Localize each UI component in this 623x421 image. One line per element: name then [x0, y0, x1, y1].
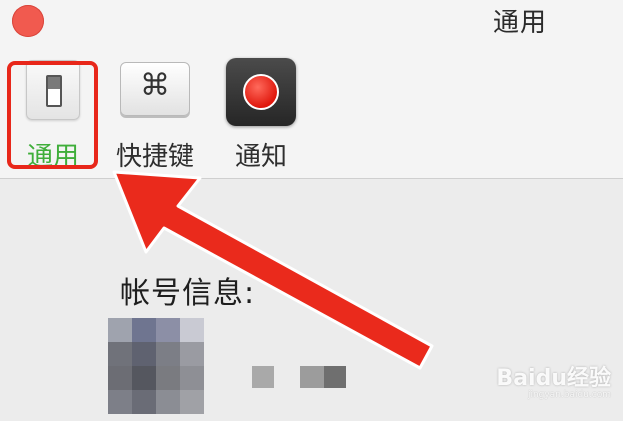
- preferences-window: 通用 通用 ⌘ 快捷键 通知 帐号信息: Baidu经验 jingyan.bai…: [0, 0, 623, 421]
- tab-notifications-label: 通知: [234, 142, 287, 172]
- command-key-icon: ⌘: [120, 62, 190, 116]
- window-title: 通用: [492, 8, 547, 38]
- redacted-username-block: [300, 366, 324, 388]
- record-icon: [226, 58, 296, 126]
- preferences-toolbar: 通用 通用 ⌘ 快捷键 通知: [0, 0, 623, 179]
- tab-shortcuts[interactable]: ⌘ 快捷键: [110, 58, 200, 172]
- tab-shortcuts-label: 快捷键: [115, 142, 194, 172]
- avatar: [108, 318, 204, 414]
- account-info-heading: 帐号信息:: [120, 276, 256, 311]
- highlight-annotation-box: [7, 61, 98, 169]
- redacted-username-block: [324, 366, 346, 388]
- watermark: Baidu经验 jingyan.baidu.com: [476, 360, 611, 400]
- watermark-logo: Baidu经验: [496, 366, 611, 391]
- tab-notifications[interactable]: 通知: [216, 58, 306, 172]
- redacted-username-block: [252, 366, 274, 388]
- close-window-button[interactable]: [12, 5, 44, 37]
